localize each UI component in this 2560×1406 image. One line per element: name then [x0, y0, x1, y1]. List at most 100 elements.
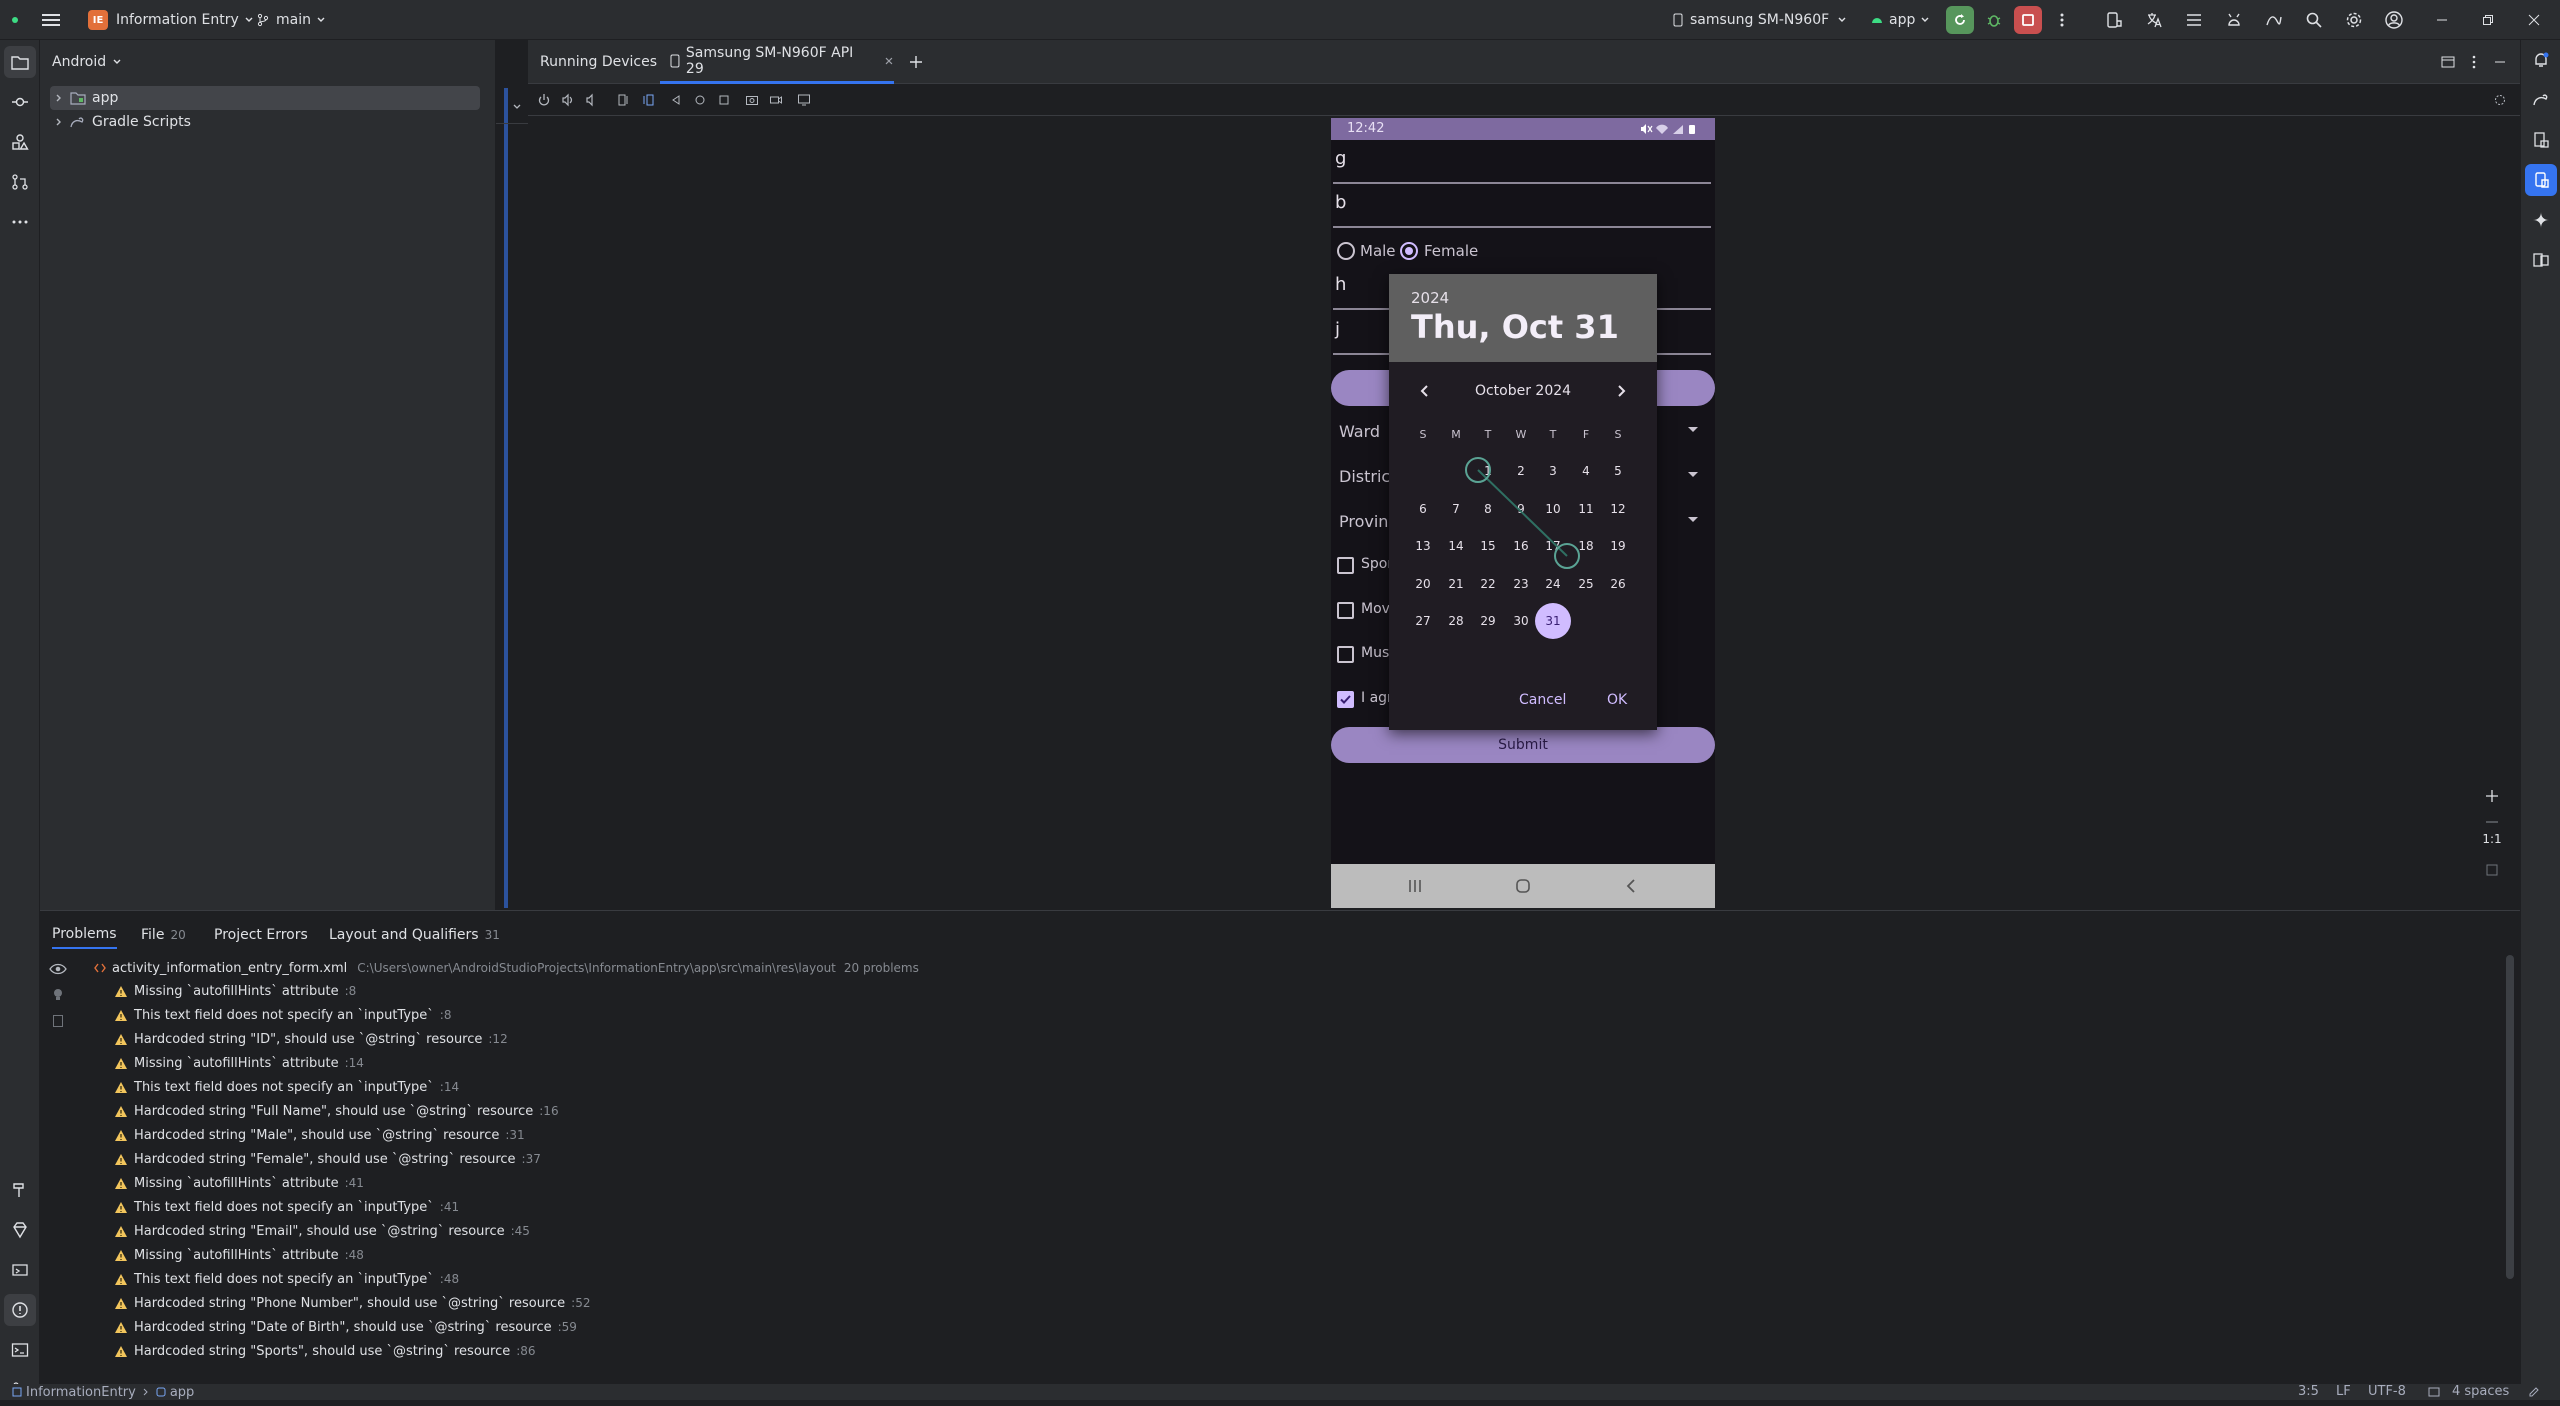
calendar-day[interactable]: 7 [1441, 494, 1471, 524]
tab-layout-qualifiers[interactable]: Layout and Qualifiers 31 [329, 921, 500, 949]
main-menu-button[interactable] [42, 0, 60, 40]
ok-button[interactable]: OK [1607, 692, 1627, 708]
calendar-day[interactable]: 24 [1538, 569, 1568, 599]
calendar-day[interactable]: 14 [1441, 531, 1471, 561]
account-button[interactable] [2378, 4, 2410, 36]
checkbox-music[interactable] [1337, 646, 1354, 663]
readonly-toggle-icon[interactable] [2428, 1386, 2440, 1398]
device-tab[interactable]: Samsung SM-N960F API 29 [660, 40, 894, 84]
radio-male[interactable] [1337, 242, 1355, 260]
calendar-day[interactable]: 2 [1506, 456, 1536, 486]
close-icon[interactable] [884, 56, 894, 66]
problem-item[interactable]: Hardcoded string "Male", should use `@st… [114, 1125, 525, 1145]
apply-changes-button[interactable] [1946, 6, 1974, 34]
quick-fix-button[interactable] [44, 981, 72, 1009]
calendar-day[interactable]: 28 [1441, 606, 1471, 636]
calendar-day[interactable]: 8 [1473, 494, 1503, 524]
stop-button[interactable] [2014, 6, 2042, 34]
project-switcher[interactable]: IE Information Entry [88, 0, 254, 40]
calendar-day[interactable]: 30 [1506, 606, 1536, 636]
ward-spinner[interactable]: Ward [1339, 422, 1380, 441]
profiler-button[interactable] [2258, 4, 2290, 36]
tab-problems[interactable]: Problems [52, 921, 117, 949]
home-icon[interactable] [1515, 878, 1531, 894]
device-selector[interactable]: samsung SM-N960F [1672, 0, 1847, 40]
project-tool-button[interactable] [4, 46, 36, 78]
add-device-tab-button[interactable] [900, 46, 932, 78]
radio-female[interactable] [1400, 242, 1418, 260]
debug-button[interactable] [1978, 4, 2010, 36]
volume-down-button[interactable] [576, 84, 608, 116]
hide-panel-button[interactable] [2484, 46, 2516, 78]
checkbox-movies[interactable] [1337, 602, 1354, 619]
problem-item[interactable]: This text field does not specify an `inp… [114, 1269, 459, 1289]
sdk-manager-button[interactable] [2218, 4, 2250, 36]
problem-item[interactable]: Missing `autofillHints` attribute:8 [114, 981, 356, 1001]
file-encoding[interactable]: UTF-8 [2368, 1384, 2406, 1399]
calendar-day[interactable]: 15 [1473, 531, 1503, 561]
calendar-day-selected[interactable]: 31 [1535, 603, 1571, 639]
calendar-day[interactable]: 4 [1571, 456, 1601, 486]
calendar-day[interactable]: 21 [1441, 569, 1471, 599]
calendar-day[interactable]: 17 [1538, 531, 1568, 561]
recents-icon[interactable] [1407, 878, 1423, 894]
calendar-day[interactable]: 23 [1506, 569, 1536, 599]
calendar-day[interactable]: 5 [1603, 456, 1633, 486]
minimize-window-button[interactable] [2426, 4, 2458, 36]
next-month-icon[interactable] [1615, 384, 1627, 398]
device-manager-button[interactable] [2098, 4, 2130, 36]
calendar-day[interactable]: 26 [1603, 569, 1633, 599]
calendar-day[interactable]: 12 [1603, 494, 1633, 524]
tab-project-errors[interactable]: Project Errors [214, 921, 308, 949]
problems-file-node[interactable]: activity_information_entry_form.xml C:\U… [94, 958, 919, 978]
checkbox-sports[interactable] [1337, 557, 1354, 574]
calendar-day[interactable]: 10 [1538, 494, 1568, 524]
calendar-day[interactable]: 20 [1408, 569, 1438, 599]
more-tools-button[interactable] [4, 206, 36, 238]
show-preview-button[interactable] [44, 955, 72, 983]
terminal-tool-button[interactable] [4, 1334, 36, 1366]
calendar-day[interactable]: 13 [1408, 531, 1438, 561]
calendar-day[interactable]: 19 [1603, 531, 1633, 561]
settings-button[interactable] [2338, 4, 2370, 36]
calendar-day[interactable]: 22 [1473, 569, 1503, 599]
open-file-button[interactable] [44, 1007, 72, 1035]
problem-item[interactable]: Hardcoded string "Full Name", should use… [114, 1101, 559, 1121]
logcat-tool-button[interactable] [4, 1254, 36, 1286]
problem-item[interactable]: Hardcoded string "Phone Number", should … [114, 1293, 590, 1313]
problem-item[interactable]: Hardcoded string "Email", should use `@s… [114, 1221, 530, 1241]
calendar-day[interactable]: 3 [1538, 456, 1568, 486]
commit-tool-button[interactable] [4, 86, 36, 118]
cancel-button[interactable]: Cancel [1519, 692, 1566, 708]
checkbox-agree[interactable] [1337, 691, 1354, 708]
run-config-selector[interactable]: app [1870, 0, 1930, 40]
maximize-window-button[interactable] [2472, 4, 2504, 36]
problems-scrollbar[interactable] [2506, 955, 2514, 1279]
indent-setting[interactable]: 4 spaces [2452, 1384, 2509, 1399]
cursor-position[interactable]: 3:5 [2298, 1384, 2319, 1399]
breadcrumb-module[interactable]: app [170, 1385, 194, 1400]
translate-button[interactable] [2138, 4, 2170, 36]
structure-button[interactable] [2178, 4, 2210, 36]
more-actions-button[interactable] [2046, 4, 2078, 36]
tree-item-gradle-scripts[interactable]: Gradle Scripts [50, 110, 480, 134]
calendar-day[interactable]: 18 [1571, 531, 1601, 561]
problem-item[interactable]: This text field does not specify an `inp… [114, 1197, 459, 1217]
breadcrumb-project[interactable]: InformationEntry [26, 1385, 136, 1400]
calendar-day[interactable]: 29 [1473, 606, 1503, 636]
tab-file[interactable]: File 20 [141, 921, 186, 949]
calendar-day[interactable]: 9 [1506, 494, 1536, 524]
problem-item[interactable]: Hardcoded string "Sports", should use `@… [114, 1341, 536, 1361]
problem-item[interactable]: Hardcoded string "Female", should use `@… [114, 1149, 541, 1169]
problem-item[interactable]: Missing `autofillHints` attribute:14 [114, 1053, 364, 1073]
search-button[interactable] [2298, 4, 2330, 36]
calendar-day[interactable]: 16 [1506, 531, 1536, 561]
zoom-actual-size-button[interactable]: 1:1 [2476, 832, 2508, 846]
problem-item[interactable]: Hardcoded string "ID", should use `@stri… [114, 1029, 508, 1049]
text-field-1[interactable]: g [1333, 148, 1711, 184]
problem-item[interactable]: Missing `autofillHints` attribute:48 [114, 1245, 364, 1265]
zoom-fit-button[interactable] [2476, 854, 2508, 886]
resource-manager-button[interactable] [4, 126, 36, 158]
device-file-explorer-button[interactable] [2525, 124, 2557, 156]
problem-item[interactable]: This text field does not specify an `inp… [114, 1077, 459, 1097]
